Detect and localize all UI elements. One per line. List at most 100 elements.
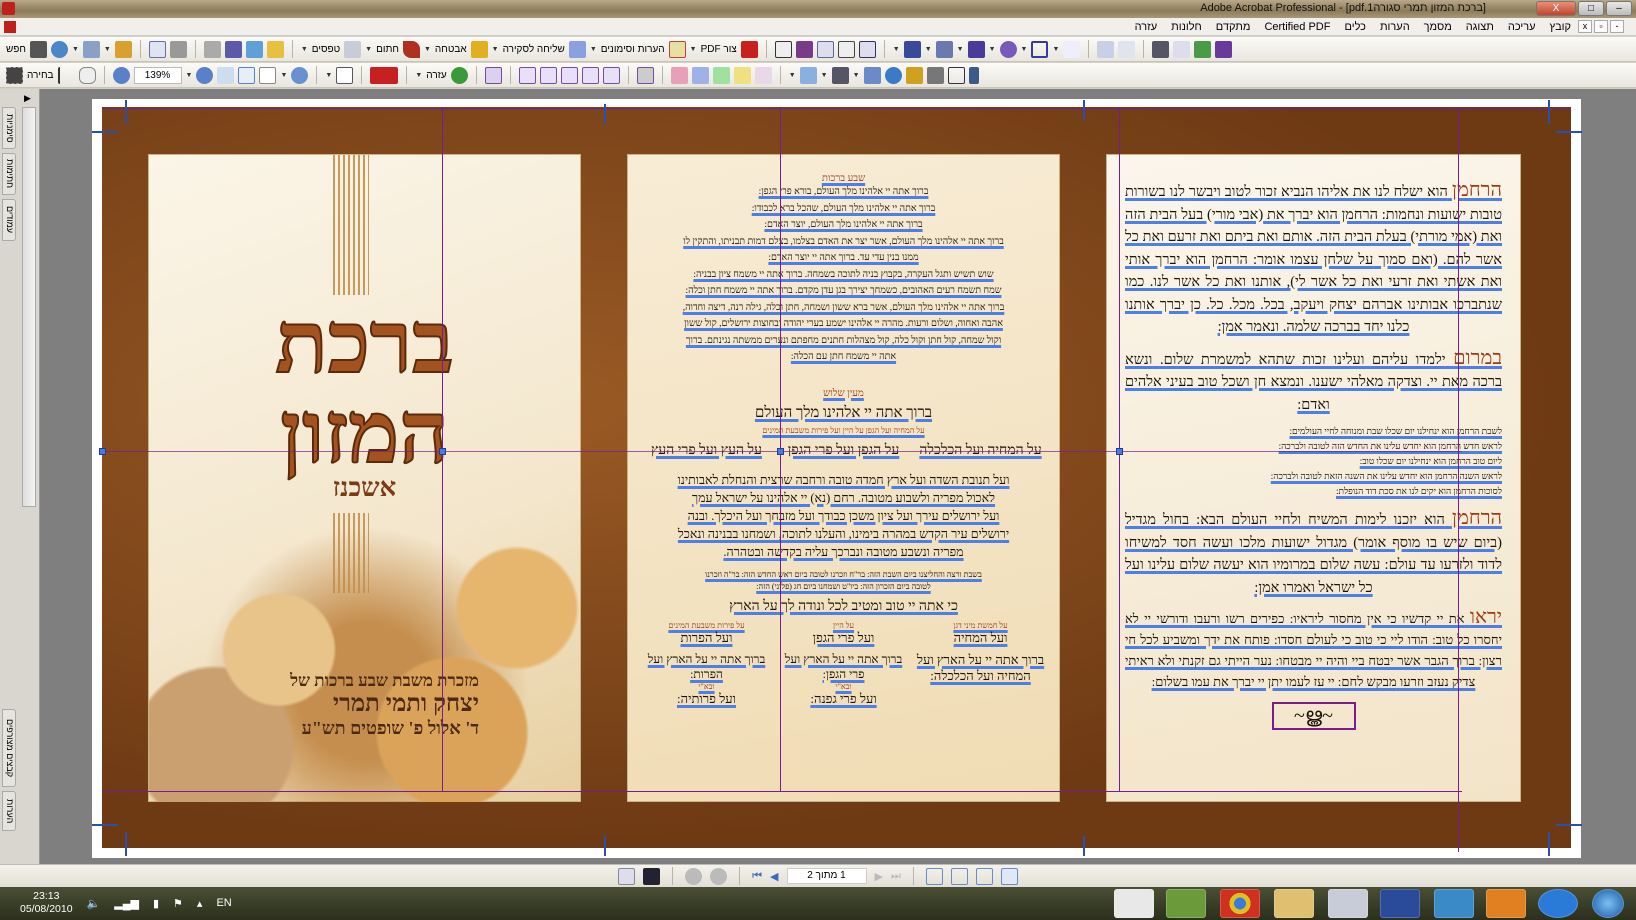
sign-button[interactable]: חתום (376, 44, 399, 55)
crop-handle[interactable] (1556, 131, 1582, 133)
share-icon[interactable] (245, 40, 263, 58)
help-button[interactable]: עזרה (426, 70, 446, 81)
crop-handle[interactable] (1083, 836, 1085, 856)
checker-icon[interactable] (795, 40, 813, 58)
close-button[interactable]: X (1536, 1, 1576, 16)
volume-icon[interactable]: 🔈 (87, 897, 101, 910)
minimize-button[interactable]: – (1606, 1, 1632, 16)
rectangle-icon[interactable] (1031, 40, 1049, 58)
guide-line[interactable] (1458, 107, 1459, 852)
form-field-icon[interactable] (858, 40, 876, 58)
doc-action-4-icon[interactable] (581, 66, 599, 84)
guide-handle[interactable] (777, 448, 784, 455)
select-object-icon[interactable] (935, 40, 953, 58)
show-hidden-icons[interactable]: ▴ (197, 897, 203, 910)
tab-signatures[interactable]: חתימות (2, 153, 16, 195)
page-layout-icon[interactable] (618, 867, 636, 885)
resize-icon[interactable] (816, 40, 834, 58)
guide-handle[interactable] (439, 448, 446, 455)
preflight-icon[interactable] (1152, 40, 1170, 58)
warning-icon[interactable] (774, 40, 792, 58)
plugin-2-icon[interactable] (691, 66, 709, 84)
start-button[interactable] (1592, 889, 1624, 918)
guide-line[interactable] (102, 108, 1571, 109)
taskbar-acrobat[interactable] (1114, 889, 1154, 918)
taskbar-explorer[interactable] (1274, 889, 1314, 918)
fit-page-icon[interactable] (259, 66, 277, 84)
guide-handle[interactable] (1116, 448, 1123, 455)
send-for-review-button[interactable]: שליחה לסקירה (503, 44, 565, 55)
organizer-icon[interactable] (114, 40, 132, 58)
previous-page-icon[interactable]: ◀ (770, 870, 778, 883)
forms-button[interactable]: טפסים (312, 44, 340, 55)
redo-icon[interactable] (1097, 40, 1115, 58)
taskbar-internet-explorer[interactable] (1538, 889, 1578, 918)
previous-view-icon[interactable] (685, 867, 703, 885)
reading-order-icon[interactable] (947, 66, 965, 84)
doc-action-1-icon[interactable] (518, 66, 536, 84)
power-icon[interactable]: ▮ (153, 897, 159, 910)
crop-handle[interactable] (1548, 100, 1550, 124)
mdi-minimize-button[interactable]: - (1610, 20, 1624, 33)
zoom-out-icon[interactable] (196, 66, 214, 84)
single-page-icon[interactable] (1000, 867, 1018, 885)
maximize-button[interactable]: □ (1578, 1, 1604, 16)
binoculars-icon[interactable] (29, 40, 47, 58)
tab-comments[interactable]: הערות (2, 791, 16, 831)
action-center-icon[interactable]: ⚑ (173, 897, 183, 910)
crop-handle[interactable] (125, 832, 127, 856)
fit-height-icon[interactable] (238, 66, 256, 84)
crop-handle[interactable] (92, 131, 118, 133)
two-up-continuous-icon[interactable] (950, 867, 968, 885)
mdi-restore-button[interactable]: ▫ (1594, 20, 1608, 33)
menu-window[interactable]: חלונות (1164, 21, 1209, 33)
page-number-field[interactable]: 1 מתוך 2 (786, 868, 867, 884)
menu-file[interactable]: קובץ (1543, 21, 1578, 33)
rotate-icon[interactable] (336, 66, 354, 84)
select-tool-button[interactable]: בחירה (27, 70, 54, 81)
touchup-icon[interactable] (903, 40, 921, 58)
doc-action-3-icon[interactable] (560, 66, 578, 84)
guide-handle[interactable] (99, 448, 106, 455)
screen-icon[interactable] (643, 867, 661, 885)
layers-icon[interactable] (1194, 40, 1212, 58)
create-pdf-button[interactable]: צור PDF (701, 44, 737, 55)
fit-width-icon[interactable] (217, 66, 235, 84)
email-icon[interactable] (50, 40, 68, 58)
plugin-3-icon[interactable] (712, 66, 730, 84)
menu-certified-pdf[interactable]: Certified PDF (1257, 21, 1337, 33)
3d-icon[interactable] (884, 66, 902, 84)
attach-icon[interactable] (82, 40, 100, 58)
taskbar-save-app[interactable] (1380, 889, 1420, 918)
text-tool-icon[interactable] (967, 40, 985, 58)
crop-handle[interactable] (1556, 824, 1582, 826)
film-icon[interactable] (831, 66, 849, 84)
search-button[interactable]: חפש (6, 44, 26, 55)
save-icon[interactable] (224, 40, 242, 58)
edit-page-icon[interactable] (484, 66, 502, 84)
window-icon[interactable] (1173, 40, 1191, 58)
first-page-icon[interactable]: ⏮ (752, 870, 762, 883)
expand-panel-icon[interactable]: ▶ (24, 93, 31, 104)
snapshot-icon[interactable] (6, 66, 23, 84)
hand-icon[interactable] (78, 66, 96, 84)
text-select-icon[interactable] (57, 66, 75, 84)
comments-markup-button[interactable]: הערות וסימונים (601, 44, 665, 55)
text-field-icon[interactable] (799, 66, 817, 84)
taskbar-evernote[interactable] (1166, 889, 1206, 918)
continuous-icon[interactable] (975, 867, 993, 885)
tab-attachments[interactable]: קבצים מצורפים (2, 709, 16, 787)
last-page-icon[interactable]: ⏭ (891, 870, 901, 883)
pointer-icon[interactable] (1063, 40, 1081, 58)
clock[interactable]: 23:13 05/08/2010 (20, 890, 73, 916)
crop-handle[interactable] (1083, 100, 1085, 120)
secure-button[interactable]: אבטחה (435, 44, 467, 55)
print-setup-icon[interactable] (169, 40, 187, 58)
crop-handle[interactable] (604, 104, 606, 124)
menu-help[interactable]: עזרה (1128, 21, 1164, 33)
taskbar-remote-app[interactable] (1434, 889, 1474, 918)
network-icon[interactable]: ▂▄▆ (114, 897, 139, 910)
tab-pages[interactable]: עמודים (2, 199, 16, 241)
page-tool-icon[interactable] (636, 66, 654, 84)
square-icon[interactable] (863, 66, 881, 84)
